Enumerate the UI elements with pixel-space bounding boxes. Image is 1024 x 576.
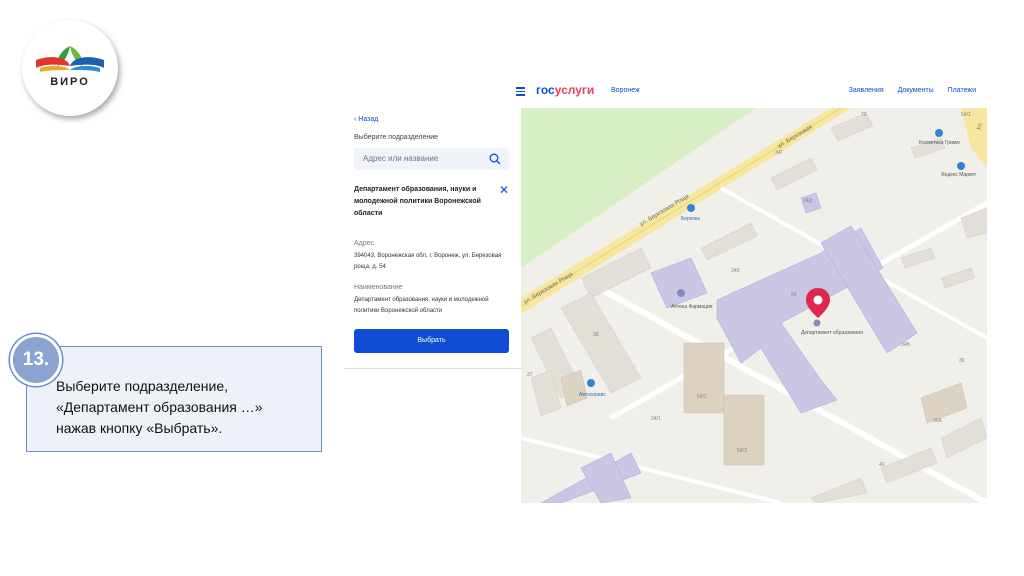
street-label-main-2: ул. Березовая Роща bbox=[523, 271, 575, 305]
gosuslugi-logo[interactable]: госуслуги bbox=[536, 83, 594, 97]
name-value: Департамент образования, науки и молодеж… bbox=[354, 297, 489, 314]
poi-label: Яндекс Маркет bbox=[941, 172, 977, 178]
house-number: 54/3 bbox=[737, 448, 747, 454]
house-number: 34Г bbox=[775, 150, 784, 156]
house-number: 34В bbox=[901, 342, 911, 348]
poi-label: Автосервис bbox=[579, 392, 606, 398]
site-header: госуслуги Воронеж Заявления Документы Пл… bbox=[512, 83, 982, 102]
house-number: 36А bbox=[933, 418, 943, 424]
house-number: 54/2 bbox=[697, 394, 707, 400]
instruction-line: Выберите подразделение, bbox=[56, 378, 229, 394]
pick-label: Выберите подразделение bbox=[354, 134, 439, 141]
back-link[interactable]: ‹ Назад bbox=[354, 116, 378, 123]
name-label: Наименование bbox=[354, 284, 403, 291]
house-number: 34Б bbox=[731, 268, 741, 274]
poi-label: Березка bbox=[681, 216, 700, 222]
search-icon[interactable] bbox=[489, 153, 501, 165]
selected-department-name: Департамент образования, науки и молодеж… bbox=[354, 186, 481, 217]
address-value: 394043, Воронежская обл, г. Воронеж, ул.… bbox=[354, 253, 502, 270]
logo-emblem-icon bbox=[36, 46, 104, 72]
poi-label: Косметика Гримм bbox=[919, 140, 960, 146]
instruction-line: «Департамент образования …» bbox=[56, 399, 263, 415]
top-nav: Заявления Документы Платежи bbox=[837, 87, 976, 94]
house-number: 34Д bbox=[803, 198, 813, 204]
street-label-top: ул. Березовая bbox=[777, 124, 814, 149]
department-panel: ‹ Назад Выберите подразделение Адрес или… bbox=[344, 108, 521, 369]
search-placeholder: Адрес или название bbox=[363, 154, 439, 163]
instruction-text: Выберите подразделение, «Департамент обр… bbox=[56, 376, 316, 439]
nav-applications[interactable]: Заявления bbox=[849, 87, 884, 94]
logo-text: ВИРО bbox=[50, 76, 90, 88]
map-canvas[interactable]: ул. Березовая Роща ул. Березовая Роща ул… bbox=[521, 108, 987, 503]
house-number: 54/1 bbox=[961, 112, 971, 118]
select-button[interactable]: Выбрать bbox=[354, 329, 509, 353]
step-number-badge: 13. bbox=[10, 334, 62, 386]
poi-label: Департамент образования bbox=[801, 330, 863, 336]
address-label: Адрес bbox=[354, 240, 375, 247]
map[interactable]: ул. Березовая Роща ул. Березовая Роща ул… bbox=[521, 108, 987, 503]
house-number: 40 bbox=[879, 462, 885, 468]
house-number: 72 bbox=[861, 112, 867, 118]
city-selector[interactable]: Воронеж bbox=[611, 87, 640, 94]
house-number: 36 bbox=[959, 358, 965, 364]
house-number: 24/1 bbox=[651, 416, 661, 422]
search-input[interactable]: Адрес или название bbox=[354, 148, 509, 170]
poi-label: Аптека Фармация bbox=[671, 304, 713, 310]
viro-logo: ВИРО bbox=[22, 20, 118, 116]
house-number: 38 bbox=[593, 332, 599, 338]
house-number: 54 bbox=[791, 292, 797, 298]
menu-icon[interactable] bbox=[516, 87, 525, 98]
instruction-line: нажав кнопку «Выбрать». bbox=[56, 420, 223, 436]
nav-payments[interactable]: Платежи bbox=[948, 87, 976, 94]
close-icon[interactable]: ✕ bbox=[499, 184, 509, 196]
nav-documents[interactable]: Документы bbox=[898, 87, 934, 94]
house-number: 37 bbox=[527, 372, 533, 378]
